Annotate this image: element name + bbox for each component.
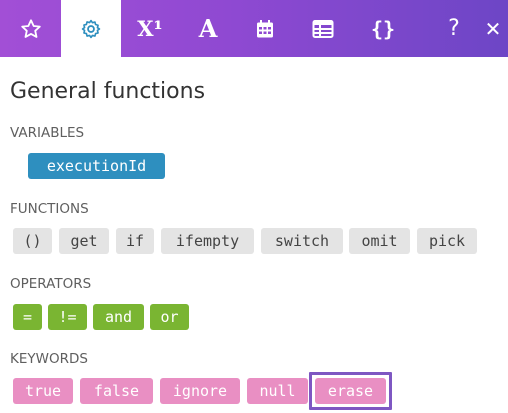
help-icon: ?	[448, 16, 460, 41]
keyword-chip-true[interactable]: true	[13, 378, 73, 404]
keyword-chip-false[interactable]: false	[80, 378, 153, 404]
function-chip-parentheses[interactable]: ()	[13, 228, 52, 254]
section-label-operators: OPERATORS	[10, 276, 92, 292]
toolbar: X¹ A {} ? ✕	[0, 0, 508, 57]
variable-chip-executionid[interactable]: executionId	[28, 153, 165, 179]
function-chip-ifempty[interactable]: ifempty	[161, 228, 254, 254]
tab-favorites[interactable]	[0, 0, 61, 57]
operator-chip-not-equals[interactable]: !=	[48, 304, 87, 330]
tab-json[interactable]: {}	[353, 0, 413, 57]
text-icon: A	[198, 14, 218, 43]
function-chip-switch[interactable]: switch	[261, 228, 343, 254]
operator-chip-equals[interactable]: =	[13, 304, 42, 330]
panel-title: General functions	[10, 79, 206, 104]
superscript-icon: X¹	[137, 16, 163, 41]
tab-date[interactable]	[237, 0, 293, 57]
close-icon: ✕	[484, 16, 502, 41]
function-chip-get[interactable]: get	[59, 228, 109, 254]
help-button[interactable]: ?	[436, 0, 472, 57]
braces-icon: {}	[370, 16, 396, 41]
function-chip-if[interactable]: if	[116, 228, 154, 254]
tab-text[interactable]: A	[179, 0, 237, 57]
keyword-chip-null[interactable]: null	[247, 378, 308, 404]
table-icon	[312, 19, 334, 39]
tab-general-functions[interactable]	[61, 0, 121, 57]
operator-chip-or[interactable]: or	[150, 304, 189, 330]
gear-icon	[80, 18, 102, 40]
function-chip-omit[interactable]: omit	[349, 228, 410, 254]
keyword-chip-ignore[interactable]: ignore	[160, 378, 240, 404]
section-label-keywords: KEYWORDS	[10, 351, 88, 367]
tab-array[interactable]	[293, 0, 353, 57]
section-label-variables: VARIABLES	[10, 125, 85, 141]
keyword-chip-erase[interactable]: erase	[315, 378, 386, 404]
star-icon	[20, 18, 42, 40]
general-functions-panel: General functions VARIABLES executionId …	[0, 57, 508, 413]
section-label-functions: FUNCTIONS	[10, 201, 89, 217]
function-chip-pick[interactable]: pick	[417, 228, 477, 254]
operator-chip-and[interactable]: and	[93, 304, 144, 330]
tab-math[interactable]: X¹	[121, 0, 179, 57]
calendar-icon	[255, 19, 275, 39]
close-button[interactable]: ✕	[478, 0, 508, 57]
